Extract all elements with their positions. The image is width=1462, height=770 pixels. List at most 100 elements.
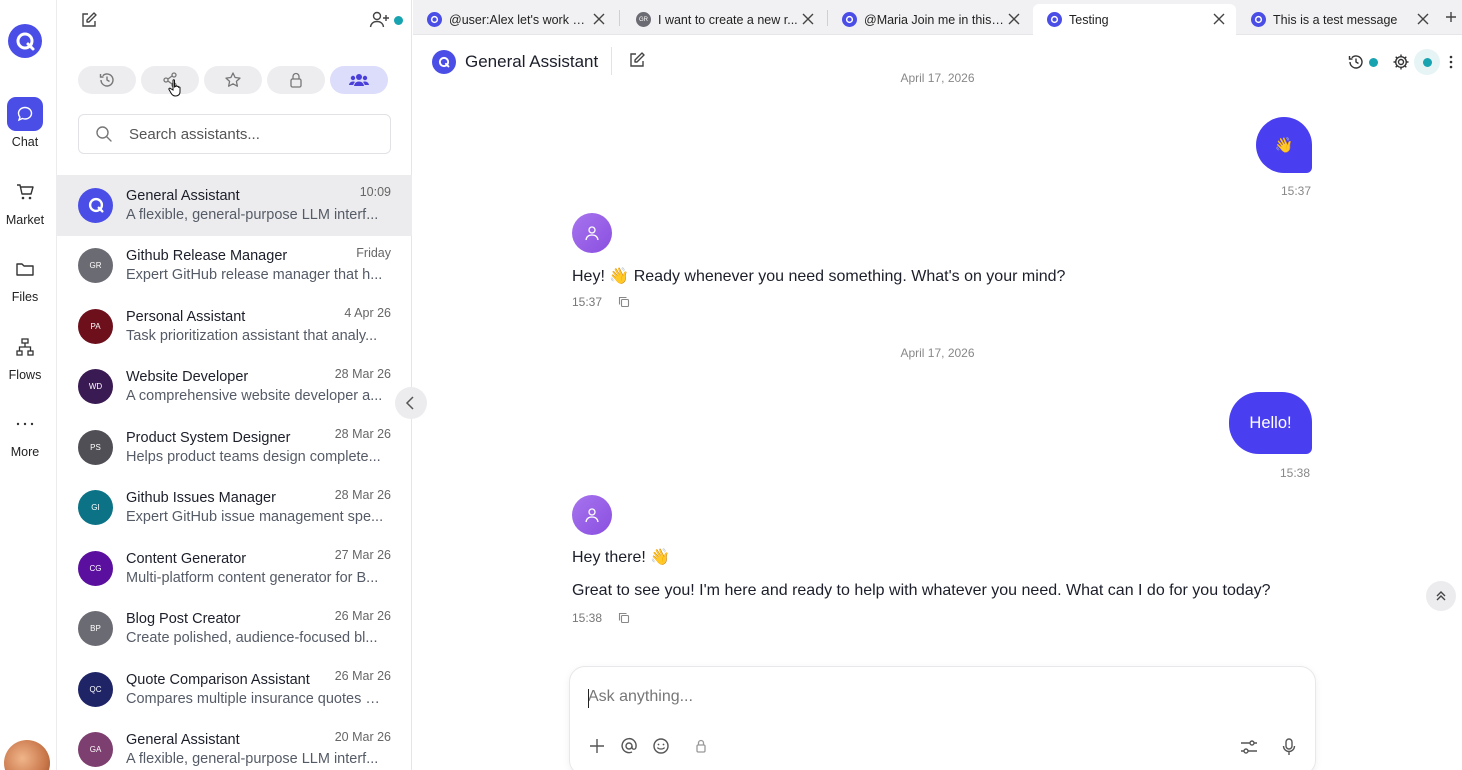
filter-favorites[interactable] bbox=[204, 66, 262, 94]
rail-item-chat[interactable]: Chat bbox=[0, 97, 50, 149]
tab-5[interactable]: This is a test message bbox=[1237, 4, 1440, 35]
plus-icon[interactable] bbox=[588, 737, 606, 755]
add-user-button[interactable] bbox=[369, 10, 403, 30]
close-icon[interactable] bbox=[1416, 12, 1430, 26]
close-icon[interactable] bbox=[1212, 12, 1226, 26]
tab-title: This is a test message bbox=[1273, 12, 1398, 27]
tab-avatar: GR bbox=[636, 12, 651, 27]
assistant-time: 27 Mar 26 bbox=[334, 548, 391, 562]
tab-1[interactable]: @user:Alex let's work o... bbox=[413, 4, 616, 35]
rail-item-market[interactable]: Market bbox=[0, 175, 50, 227]
assistant-desc: Helps product teams design complete... bbox=[126, 448, 381, 465]
assistant-desc: A comprehensive website developer a... bbox=[126, 388, 383, 405]
assistant-item[interactable]: GI Github Issues Manager Expert GitHub is… bbox=[57, 478, 412, 539]
assistant-name: General Assistant bbox=[126, 187, 240, 204]
assistant-item[interactable]: CG Content Generator Multi-platform conte… bbox=[57, 538, 412, 599]
rail-item-more[interactable]: More bbox=[0, 407, 50, 459]
copy-icon[interactable] bbox=[618, 612, 630, 624]
assistant-item[interactable]: QC Quote Comparison Assistant Compares mu… bbox=[57, 659, 412, 720]
collapse-sidebar-button[interactable] bbox=[395, 387, 427, 419]
lock-icon[interactable] bbox=[692, 737, 710, 755]
mention-icon[interactable] bbox=[620, 737, 638, 755]
filter-tabs bbox=[78, 66, 388, 97]
close-icon[interactable] bbox=[592, 12, 606, 26]
history-icon bbox=[99, 73, 114, 87]
assistant-time: 26 Mar 26 bbox=[334, 608, 391, 623]
emoji-icon[interactable] bbox=[652, 737, 670, 755]
rail-label-more: More bbox=[10, 445, 40, 459]
tab-assistant-icon bbox=[1251, 12, 1266, 27]
tab-assistant-icon bbox=[427, 12, 442, 27]
scroll-to-top-button[interactable] bbox=[1426, 581, 1456, 611]
tab-assistant-icon bbox=[1047, 12, 1062, 27]
assistant-item[interactable]: WD Website Developer A comprehensive webs… bbox=[57, 357, 412, 418]
new-tab-button[interactable] bbox=[1440, 6, 1462, 28]
sliders-icon[interactable] bbox=[1239, 738, 1259, 756]
assistant-avatar bbox=[78, 187, 113, 223]
tab-title: @Maria Join me in this ... bbox=[864, 12, 1004, 27]
tab-3[interactable]: @Maria Join me in this ... bbox=[828, 4, 1031, 35]
assistant-item[interactable]: BP Blog Post Creator Create polished, aud… bbox=[57, 599, 412, 660]
assistant-desc: Expert GitHub issue management spe... bbox=[126, 509, 384, 526]
app-logo[interactable] bbox=[8, 24, 42, 58]
microphone-icon[interactable] bbox=[1281, 737, 1297, 757]
tab-title: I want to create a new r... bbox=[658, 12, 798, 27]
close-icon[interactable] bbox=[801, 12, 815, 26]
search-input[interactable] bbox=[129, 125, 379, 143]
copy-icon[interactable] bbox=[618, 296, 630, 308]
assistant-message: Hey! 👋 Ready whenever you need something… bbox=[572, 268, 1066, 285]
tab-title: @user:Alex let's work o... bbox=[449, 12, 589, 27]
tab-bar: @user:Alex let's work o... GR I want to … bbox=[413, 0, 1462, 35]
history-icon[interactable] bbox=[1347, 53, 1365, 71]
assistant-avatar: GR bbox=[78, 248, 113, 284]
assistant-avatar bbox=[572, 495, 612, 535]
add-user-icon bbox=[369, 11, 389, 28]
assistant-item[interactable]: PS Product System Designer Helps product … bbox=[57, 417, 412, 478]
user-message-bubble: Hello! bbox=[1229, 392, 1312, 454]
rail-item-files[interactable]: Files bbox=[0, 252, 50, 304]
user-avatar[interactable] bbox=[4, 740, 50, 770]
date-separator: April 17, 2026 bbox=[900, 346, 975, 360]
assistant-avatar bbox=[572, 213, 612, 253]
kebab-menu-icon[interactable] bbox=[1446, 53, 1456, 71]
assistant-item[interactable]: GR Github Release Manager Expert GitHub r… bbox=[57, 236, 412, 297]
assistant-item[interactable]: General Assistant A flexible, general-pur… bbox=[57, 175, 412, 236]
assistant-avatar: CG bbox=[78, 550, 113, 586]
filter-private[interactable] bbox=[267, 66, 325, 94]
more-dots-icon bbox=[7, 407, 43, 441]
message-meta: 15:38 bbox=[572, 611, 630, 625]
assistant-avatar: WD bbox=[78, 369, 113, 405]
filter-team[interactable] bbox=[330, 66, 388, 94]
assistant-time: 10:09 bbox=[359, 185, 391, 199]
rail-item-flows[interactable]: Flows bbox=[0, 330, 50, 382]
filter-history[interactable] bbox=[78, 66, 136, 94]
message-time: 15:38 bbox=[1280, 466, 1311, 480]
assistant-message-greeting: Hey there! 👋 bbox=[572, 549, 671, 566]
search-icon bbox=[96, 126, 112, 142]
assistant-item[interactable]: PA Personal Assistant Task prioritization… bbox=[57, 296, 412, 357]
assistant-item[interactable]: GA General Assistant A flexible, general-… bbox=[57, 720, 412, 770]
folder-icon bbox=[7, 252, 43, 286]
sidebar-toolbar bbox=[57, 0, 412, 40]
double-chevron-up-icon bbox=[1436, 591, 1446, 601]
filter-shared[interactable] bbox=[141, 66, 199, 97]
assistant-time: 28 Mar 26 bbox=[334, 487, 391, 502]
edit-icon[interactable] bbox=[628, 51, 646, 69]
gear-icon[interactable] bbox=[1392, 53, 1410, 71]
composer-tools bbox=[588, 737, 710, 755]
assistant-avatar: GA bbox=[78, 732, 113, 768]
assistant-time: 26 Mar 26 bbox=[334, 669, 391, 683]
tab-4[interactable]: Testing bbox=[1033, 4, 1236, 35]
close-icon[interactable] bbox=[1007, 12, 1021, 26]
team-icon bbox=[349, 74, 369, 86]
tab-2[interactable]: GR I want to create a new r... bbox=[622, 4, 825, 35]
assistant-list: General Assistant A flexible, general-pur… bbox=[57, 175, 412, 770]
assistant-time: Friday bbox=[356, 245, 391, 260]
new-chat-icon[interactable] bbox=[80, 11, 98, 29]
assistant-time: 28 Mar 26 bbox=[334, 366, 391, 381]
message-meta: 15:37 bbox=[572, 295, 630, 309]
message-input[interactable] bbox=[588, 688, 1268, 712]
rail-label-files: Files bbox=[11, 290, 39, 304]
assistant-time: 28 Mar 26 bbox=[334, 427, 391, 441]
assistant-message: Great to see you! I'm here and ready to … bbox=[572, 582, 1271, 599]
